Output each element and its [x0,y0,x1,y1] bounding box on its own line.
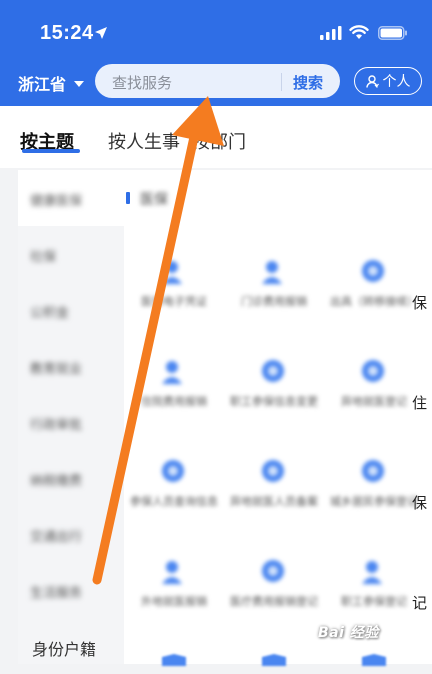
person-icon [365,74,379,88]
top-nav: 浙江省 查找服务 搜索 个人 [0,62,432,102]
service-label-tail: 保 [412,494,428,512]
sidebar-item-identity[interactable]: 身份户籍 [18,618,124,674]
search-bar[interactable]: 查找服务 搜索 [95,64,340,98]
cellular-signal-icon [320,26,342,40]
search-doc-icon [262,560,284,582]
sidebar-item-label: 健康医保 [30,194,83,209]
shield-icon [162,654,186,666]
search-divider [281,73,282,91]
service-item[interactable]: 外地就医报销 [124,552,224,642]
search-doc-icon [362,360,384,382]
caret-down-icon [74,81,85,87]
sidebar-item-label: 纳税缴费 [30,474,83,489]
service-label-tail: 保 [412,294,428,312]
service-label: 异地就医登记 [341,395,407,408]
service-item[interactable]: 参保人员查询信息 [124,452,224,542]
service-label: 职工参保信息变更 [230,395,318,408]
service-item[interactable]: 异地就医登记 住 [324,352,428,442]
person-card-icon [162,561,182,584]
search-input[interactable]: 查找服务 [112,72,172,93]
service-label: 出具（转移接续） [330,295,418,308]
service-item[interactable]: 门诊费用报销 [224,252,324,342]
service-item[interactable]: 医疗费用报销登记 [224,552,324,642]
service-label-tail: 住 [412,394,428,412]
service-item[interactable]: 城乡居民参保登记 保 [324,452,428,542]
service-label: 异地就医人员备案 [230,495,318,508]
shield-icon [262,654,286,666]
service-item[interactable]: 异地就医人员备案 [224,452,324,542]
province-label: 浙江省 [18,75,67,94]
service-panel: 医保 医保电子凭证 门诊费用报销 出具（转移接续） 保 住院费用报销 职工参保信… [124,170,432,666]
sidebar-item-label: 生活服务 [30,586,83,601]
breadcrumb-marker [126,192,130,204]
sidebar-item-label: 交通出行 [30,530,83,545]
category-tabs: 按主题 按人生事 按部门 [0,106,432,168]
topic-sidebar: 健康医保 社保 公积金 教育就业 行政审批 纳税缴费 交通出行 生活服务 身份户… [18,170,124,664]
sidebar-item-life-services[interactable]: 生活服务 [18,562,124,618]
tab-by-department[interactable]: 按部门 [192,128,246,154]
shield-icon [362,654,386,666]
sidebar-item-housing-fund[interactable]: 公积金 [18,282,124,338]
service-label: 城乡居民参保登记 [330,495,418,508]
breadcrumb-label: 医保 [140,192,168,208]
service-label: 外地就医报销 [141,595,207,608]
person-card-icon [162,261,182,284]
person-card-icon [262,261,282,284]
status-time: 15:24 [40,22,94,44]
service-item[interactable]: 职工参保信息变更 [224,352,324,442]
search-doc-icon [262,460,284,482]
sidebar-item-label: 身份户籍 [32,640,97,659]
service-label: 医保电子凭证 [141,295,207,308]
service-label: 职工参保登记 [341,595,407,608]
sidebar-item-health[interactable]: 健康医保 [18,170,124,226]
sidebar-item-education[interactable]: 教育就业 [18,338,124,394]
person-card-icon [362,561,382,584]
search-doc-icon [362,460,384,482]
sidebar-item-approval[interactable]: 行政审批 [18,394,124,450]
service-label: 门诊费用报销 [241,295,307,308]
status-bar: 15:24 [0,0,432,60]
search-button[interactable]: 搜索 [293,72,323,93]
watermark: Bai 经验 [318,625,379,641]
province-selector[interactable]: 浙江省 [18,71,85,95]
content-area: 健康医保 社保 公积金 教育就业 行政审批 纳税缴费 交通出行 生活服务 身份户… [18,170,432,666]
sidebar-item-label: 社保 [30,250,57,265]
service-label: 医疗费用报销登记 [230,595,318,608]
location-arrow-icon [95,27,107,39]
sidebar-item-label: 行政审批 [30,418,83,433]
battery-icon [378,26,407,40]
wifi-icon [349,25,369,39]
sidebar-item-label: 教育就业 [30,362,83,377]
tab-by-life-event[interactable]: 按人生事 [108,128,180,154]
service-label-tail: 记 [412,594,428,612]
person-card-icon [162,361,182,384]
personal-button[interactable]: 个人 [354,67,422,95]
sidebar-item-tax[interactable]: 纳税缴费 [18,450,124,506]
sidebar-item-label: 公积金 [30,306,70,321]
sidebar-item-transport[interactable]: 交通出行 [18,506,124,562]
breadcrumb: 医保 [124,170,432,226]
search-doc-icon [162,460,184,482]
service-item[interactable]: 出具（转移接续） 保 [324,252,428,342]
sidebar-item-social-security[interactable]: 社保 [18,226,124,282]
service-item[interactable]: 住院费用报销 [124,352,224,442]
personal-label: 个人 [382,74,411,90]
service-item[interactable]: 医保电子凭证 [124,252,224,342]
app-header: 15:24 浙江省 查找服务 搜索 个人 [0,0,432,106]
search-doc-icon [262,360,284,382]
service-label: 住院费用报销 [141,395,207,408]
active-tab-indicator [22,149,80,153]
service-label: 参保人员查询信息 [130,495,218,508]
search-doc-icon [362,260,384,282]
